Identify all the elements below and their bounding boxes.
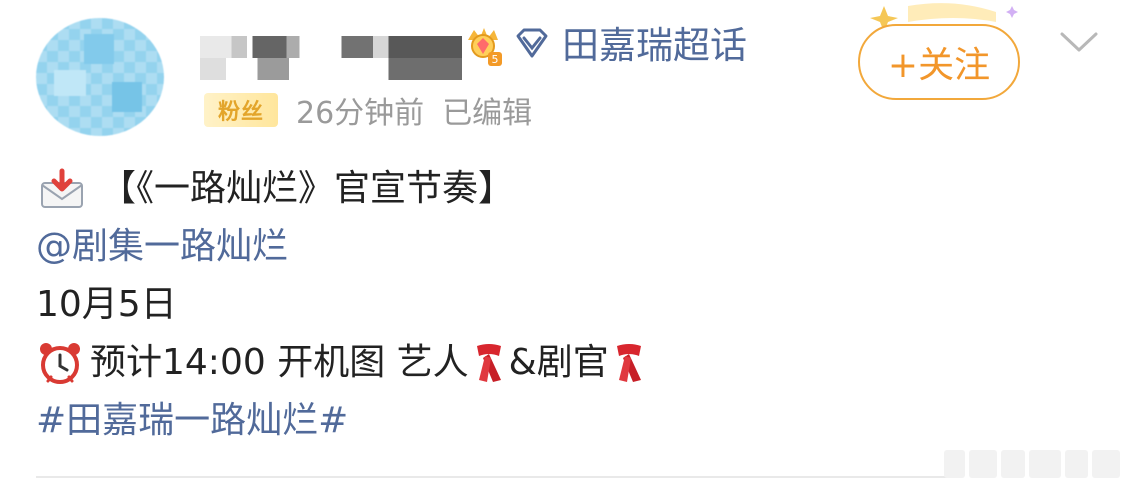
- post-line-title: 【《一路灿烂》官宣节奏】: [36, 160, 1096, 218]
- svg-text:5: 5: [492, 53, 499, 66]
- post-time: 26分钟前: [296, 96, 425, 131]
- edited-label: 已编辑: [442, 96, 533, 131]
- avatar[interactable]: [36, 18, 164, 136]
- mention-link[interactable]: @剧集一路灿烂: [36, 218, 288, 276]
- hashtag-link[interactable]: #田嘉瑞一路灿烂#: [36, 392, 348, 450]
- post-line-mention: @剧集一路灿烂: [36, 218, 1096, 276]
- topic-link[interactable]: 田嘉瑞超话: [562, 20, 747, 72]
- post-meta: 粉丝 26分钟前 已编辑: [204, 86, 532, 134]
- fan-badge: 粉丝: [204, 93, 278, 127]
- post-line-schedule: 预计14:00 开机图 艺人 &剧官: [36, 334, 1096, 392]
- chevron-down-icon[interactable]: [1056, 26, 1102, 56]
- follow-label: +关注: [887, 45, 991, 86]
- divider: [36, 476, 960, 478]
- post-line-date: 10月5日: [36, 284, 177, 325]
- watermark-blurred: [944, 446, 1120, 482]
- diamond-icon: [516, 28, 548, 58]
- alarm-clock-icon: [40, 343, 80, 384]
- post-line-hashtag: #田嘉瑞一路灿烂#: [36, 392, 1096, 450]
- incoming-envelope-icon: [41, 168, 83, 208]
- crown-badge-icon: 5: [468, 28, 502, 66]
- red-scarf-icon: [616, 344, 641, 382]
- post-content: 【《一路灿烂》官宣节奏】 @剧集一路灿烂 10月5日 预计14:00 开机图 艺…: [36, 160, 1096, 450]
- username-blurred[interactable]: [200, 36, 462, 80]
- follow-button[interactable]: +关注: [858, 24, 1020, 100]
- red-scarf-icon: [476, 344, 501, 382]
